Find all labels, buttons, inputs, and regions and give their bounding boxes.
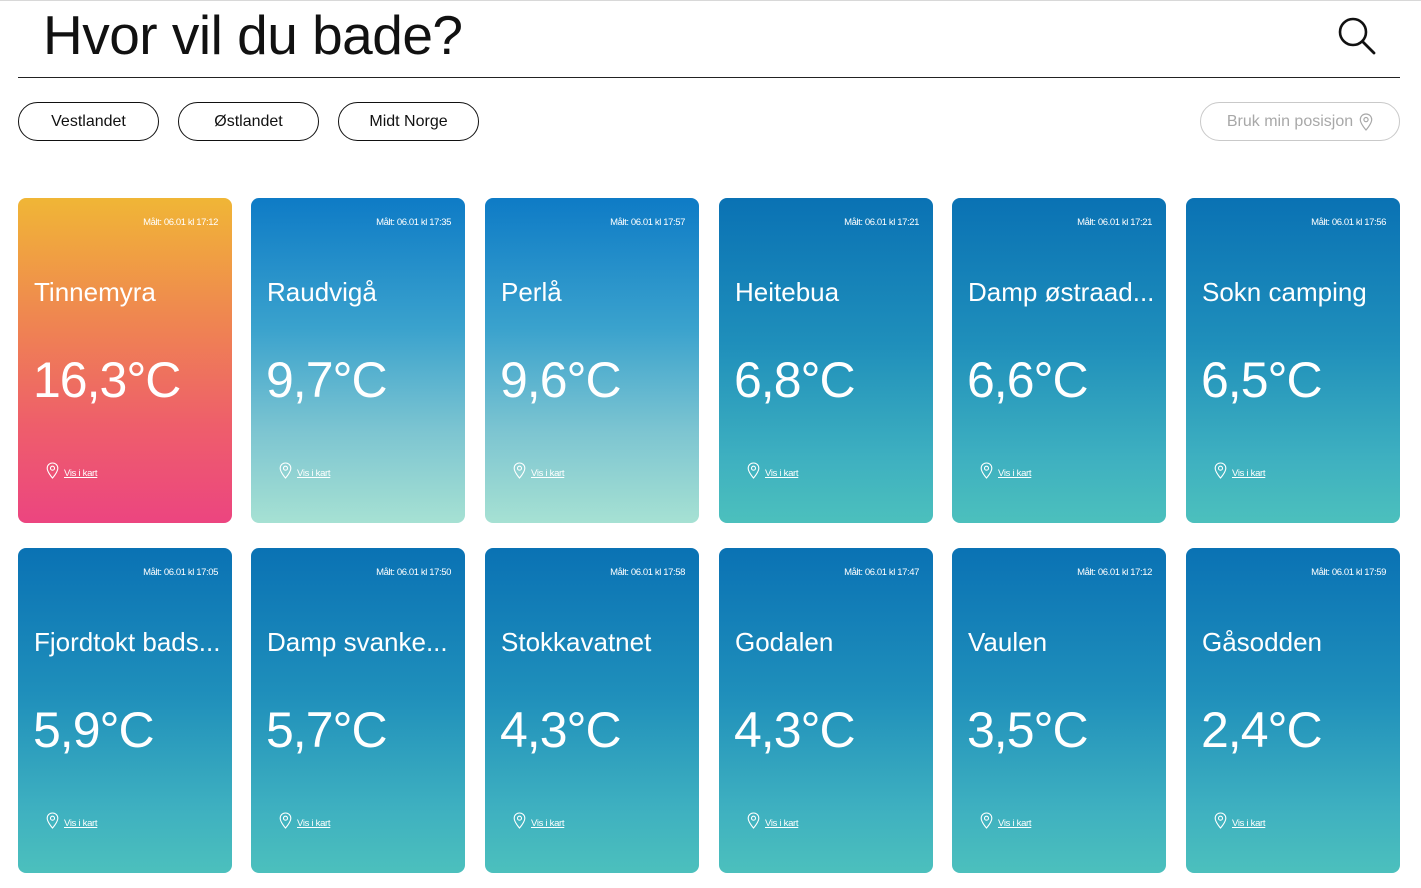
show-on-map-label[interactable]: Vis i kart xyxy=(531,818,565,829)
measured-time: Målt: 06.01 kl 17:58 xyxy=(610,567,685,578)
spot-card[interactable]: Målt: 06.01 kl 17:50 Damp svanke... 5,7°C V… xyxy=(251,548,465,873)
spot-name: Raudvigå xyxy=(267,277,377,307)
spot-name: Damp østraad... xyxy=(968,277,1155,307)
show-on-map-link[interactable]: Vis i kart xyxy=(46,462,98,484)
measured-time: Målt: 06.01 kl 17:35 xyxy=(376,217,451,228)
use-my-position-button[interactable]: Bruk min posisjon xyxy=(1200,102,1400,141)
spot-card[interactable]: Målt: 06.01 kl 17:21 Damp østraad... 6,6°C… xyxy=(952,198,1166,523)
water-temperature: 2,4°C xyxy=(1201,702,1323,758)
spot-card[interactable]: Målt: 06.01 kl 17:58 Stokkavatnet 4,3°C Vis… xyxy=(485,548,699,873)
spot-card[interactable]: Målt: 06.01 kl 17:35 Raudvigå 9,7°C Vis i k… xyxy=(251,198,465,523)
water-temperature: 9,6°C xyxy=(500,352,622,408)
show-on-map-link[interactable]: Vis i kart xyxy=(279,462,331,484)
show-on-map-label[interactable]: Vis i kart xyxy=(765,468,799,479)
location-pin-icon xyxy=(747,462,760,484)
show-on-map-label[interactable]: Vis i kart xyxy=(1232,818,1266,829)
location-pin-icon xyxy=(279,812,292,834)
search-icon[interactable] xyxy=(1336,15,1378,57)
location-pin-icon xyxy=(513,462,526,484)
show-on-map-label[interactable]: Vis i kart xyxy=(1232,468,1266,479)
measured-time: Målt: 06.01 kl 17:21 xyxy=(844,217,919,228)
water-temperature: 3,5°C xyxy=(967,702,1089,758)
water-temperature: 16,3°C xyxy=(33,352,181,408)
location-pin-icon xyxy=(1214,812,1227,834)
spot-card[interactable]: Målt: 06.01 kl 17:59 Gåsodden 2,4°C Vis i k… xyxy=(1186,548,1400,873)
spot-name: Tinnemyra xyxy=(34,277,156,307)
page-title[interactable]: Hvor vil du bade? xyxy=(43,5,463,65)
show-on-map-link[interactable]: Vis i kart xyxy=(513,462,565,484)
location-pin-icon xyxy=(980,462,993,484)
show-on-map-label[interactable]: Vis i kart xyxy=(998,818,1032,829)
water-temperature: 4,3°C xyxy=(734,702,856,758)
measured-time: Målt: 06.01 kl 17:59 xyxy=(1311,567,1386,578)
spot-name: Fjordtokt bads... xyxy=(34,627,221,657)
filter-midt-norge-button[interactable]: Midt Norge xyxy=(338,102,479,141)
measured-time: Målt: 06.01 kl 17:12 xyxy=(1077,567,1152,578)
spot-name: Vaulen xyxy=(968,627,1048,657)
show-on-map-link[interactable]: Vis i kart xyxy=(1214,812,1266,834)
location-pin-icon xyxy=(980,812,993,834)
spot-name: Gåsodden xyxy=(1202,627,1322,657)
spot-card[interactable]: Målt: 06.01 kl 17:56 Sokn camping 6,5°C Vis… xyxy=(1186,198,1400,523)
location-pin-icon xyxy=(279,462,292,484)
location-pin-icon xyxy=(46,462,59,484)
measured-time: Målt: 06.01 kl 17:21 xyxy=(1077,217,1152,228)
measured-time: Målt: 06.01 kl 17:47 xyxy=(844,567,919,578)
spot-name: Stokkavatnet xyxy=(501,627,652,657)
location-pin-icon xyxy=(1214,462,1227,484)
spot-name: Godalen xyxy=(735,627,834,657)
show-on-map-label[interactable]: Vis i kart xyxy=(297,468,331,479)
spot-card[interactable]: Målt: 06.01 kl 17:12 Tinnemyra 16,3°C Vis i… xyxy=(18,198,232,523)
spot-card[interactable]: Målt: 06.01 kl 17:21 Heitebua 6,8°C Vis i k… xyxy=(719,198,933,523)
show-on-map-link[interactable]: Vis i kart xyxy=(980,462,1032,484)
measured-time: Målt: 06.01 kl 17:50 xyxy=(376,567,451,578)
spot-name: Damp svanke... xyxy=(267,627,448,657)
show-on-map-label[interactable]: Vis i kart xyxy=(64,468,98,479)
show-on-map-link[interactable]: Vis i kart xyxy=(747,812,799,834)
location-pin-icon xyxy=(1359,112,1373,131)
measured-time: Målt: 06.01 kl 17:56 xyxy=(1311,217,1386,228)
measured-time: Målt: 06.01 kl 17:12 xyxy=(143,217,218,228)
show-on-map-link[interactable]: Vis i kart xyxy=(747,462,799,484)
location-pin-icon xyxy=(46,812,59,834)
location-pin-icon xyxy=(747,812,760,834)
spot-card[interactable]: Målt: 06.01 kl 17:12 Vaulen 3,5°C Vis i kar… xyxy=(952,548,1166,873)
spot-card[interactable]: Målt: 06.01 kl 17:05 Fjordtokt bads... 5,9… xyxy=(18,548,232,873)
show-on-map-label[interactable]: Vis i kart xyxy=(297,818,331,829)
spot-card[interactable]: Målt: 06.01 kl 17:47 Godalen 4,3°C Vis i ka… xyxy=(719,548,933,873)
measured-time: Målt: 06.01 kl 17:05 xyxy=(143,567,218,578)
water-temperature: 5,9°C xyxy=(33,702,155,758)
show-on-map-link[interactable]: Vis i kart xyxy=(513,812,565,834)
location-pin-icon xyxy=(513,812,526,834)
use-my-position-label: Bruk min posisjon xyxy=(1226,112,1354,130)
filter-ostlandet-button[interactable]: Østlandet xyxy=(178,102,319,141)
show-on-map-link[interactable]: Vis i kart xyxy=(1214,462,1266,484)
spot-card[interactable]: Målt: 06.01 kl 17:57 Perlå 9,6°C Vis i kart xyxy=(485,198,699,523)
show-on-map-label[interactable]: Vis i kart xyxy=(998,468,1032,479)
water-temperature: 6,6°C xyxy=(967,352,1089,408)
show-on-map-label[interactable]: Vis i kart xyxy=(64,818,98,829)
measured-time: Målt: 06.01 kl 17:57 xyxy=(610,217,685,228)
water-temperature: 4,3°C xyxy=(500,702,622,758)
show-on-map-link[interactable]: Vis i kart xyxy=(980,812,1032,834)
water-temperature: 6,5°C xyxy=(1201,352,1323,408)
spot-name: Sokn camping xyxy=(1202,277,1367,307)
water-temperature: 6,8°C xyxy=(734,352,856,408)
show-on-map-label[interactable]: Vis i kart xyxy=(765,818,799,829)
show-on-map-label[interactable]: Vis i kart xyxy=(531,468,565,479)
filter-vestlandet-button[interactable]: Vestlandet xyxy=(18,102,159,141)
show-on-map-link[interactable]: Vis i kart xyxy=(279,812,331,834)
search-bar[interactable]: Hvor vil du bade? xyxy=(18,1,1400,78)
spot-name: Heitebua xyxy=(735,277,840,307)
water-temperature: 9,7°C xyxy=(266,352,388,408)
show-on-map-link[interactable]: Vis i kart xyxy=(46,812,98,834)
spot-name: Perlå xyxy=(501,277,562,307)
water-temperature: 5,7°C xyxy=(266,702,388,758)
